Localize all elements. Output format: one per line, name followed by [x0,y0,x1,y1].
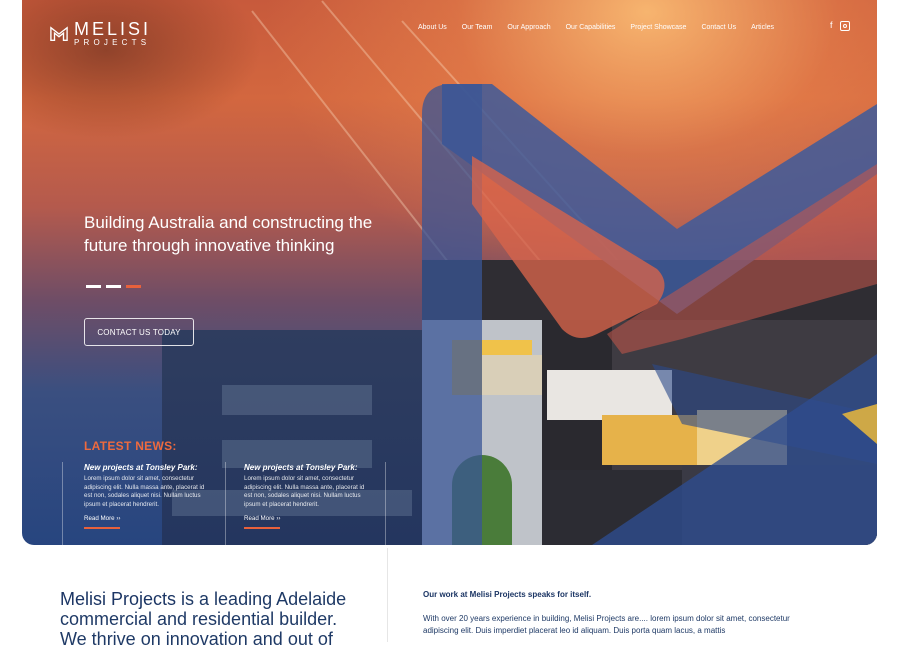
nav-articles[interactable]: Articles [751,24,774,31]
slider-dot[interactable] [106,285,121,288]
nav-our-approach[interactable]: Our Approach [507,24,550,31]
slider-dots [86,285,141,288]
contact-us-button[interactable]: CONTACT US TODAY [84,318,194,346]
news-divider [385,462,386,545]
nav-project-showcase[interactable]: Project Showcase [630,24,686,31]
slider-dot[interactable] [86,285,101,288]
brand-name: MELISI [74,19,152,39]
news-card-title[interactable]: New projects at Tonsley Park: [244,463,369,472]
hero-headline: Building Australia and constructing the … [84,213,373,255]
read-more-link[interactable]: Read More ›› [84,515,209,522]
brand-subtitle: PROJECTS [74,38,151,47]
nav-our-capabilities[interactable]: Our Capabilities [566,24,616,31]
work-heading: Our work at Melisi Projects speaks for i… [423,590,592,599]
news-card-title[interactable]: New projects at Tonsley Park: [84,463,209,472]
section-divider [387,548,388,642]
news-card: New projects at Tonsley Park: Lorem ipsu… [84,463,209,530]
read-more-underline [84,527,120,530]
slider-dot-active[interactable] [126,285,141,288]
hero-banner: MELISI PROJECTS About Us Our Team Our Ap… [22,0,877,545]
work-body: With over 20 years experience in buildin… [423,614,790,635]
main-nav: About Us Our Team Our Approach Our Capab… [418,24,774,31]
nav-our-team[interactable]: Our Team [462,24,493,31]
news-card: New projects at Tonsley Park: Lorem ipsu… [244,463,369,530]
nav-about-us[interactable]: About Us [418,24,447,31]
intro-brand: Melisi Projects [60,589,177,609]
news-card-body: Lorem ipsum dolor sit amet, consectetur … [244,475,365,508]
social-links: f [830,20,850,31]
brand-logo[interactable]: MELISI PROJECTS [50,20,151,47]
m-logo-overlay [422,84,877,545]
latest-news-heading: LATEST NEWS: [84,439,177,453]
news-divider [225,462,226,545]
intro-text: Melisi Projects is a leading Adelaide co… [60,589,360,649]
news-card-body: Lorem ipsum dolor sit amet, consectetur … [84,475,205,508]
melisi-m-icon [50,25,68,41]
nav-contact-us[interactable]: Contact Us [701,24,736,31]
read-more-link[interactable]: Read More ›› [244,515,369,522]
read-more-underline [244,527,280,530]
instagram-icon[interactable] [839,21,850,31]
news-divider [62,462,63,545]
facebook-icon[interactable]: f [830,20,833,30]
